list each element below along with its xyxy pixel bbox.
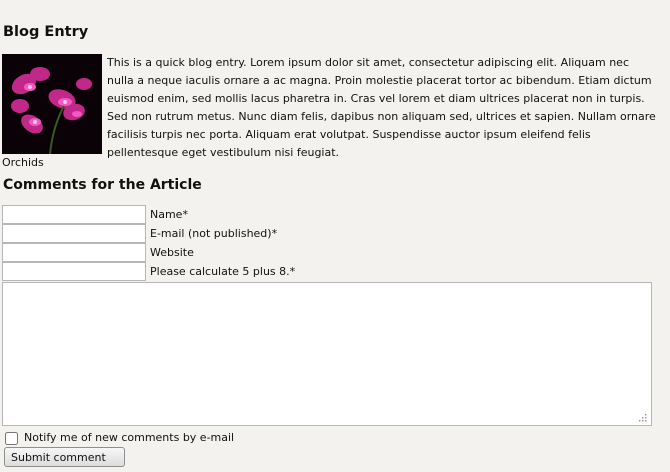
website-row: Website — [2, 243, 194, 262]
blog-title: Blog Entry — [3, 24, 89, 40]
orchid-image — [2, 54, 102, 154]
notify-label[interactable]: Notify me of new comments by e-mail — [24, 430, 234, 446]
blog-page: Blog Entry Orchids This is a quick blog … — [0, 0, 670, 472]
website-label: Website — [150, 246, 194, 259]
comment-textarea[interactable] — [2, 282, 652, 426]
name-row: Name* — [2, 205, 188, 224]
email-row: E-mail (not published)* — [2, 224, 277, 243]
submit-comment-button[interactable]: Submit comment — [4, 447, 125, 467]
notify-checkbox[interactable] — [5, 431, 18, 445]
orchid-photo — [2, 54, 102, 154]
comments-title: Comments for the Article — [3, 177, 202, 193]
captcha-input[interactable] — [2, 262, 146, 281]
email-input[interactable] — [2, 224, 146, 243]
image-caption: Orchids — [2, 156, 44, 169]
name-input[interactable] — [2, 205, 146, 224]
email-label: E-mail (not published)* — [150, 227, 278, 240]
name-label: Name* — [150, 208, 188, 221]
captcha-row: Please calculate 5 plus 8.* — [2, 262, 295, 281]
website-input[interactable] — [2, 243, 146, 262]
notify-row: Notify me of new comments by e-mail — [5, 430, 234, 446]
blog-body: This is a quick blog entry. Lorem ipsum … — [107, 56, 656, 159]
captcha-label: Please calculate 5 plus 8.* — [150, 265, 296, 278]
resize-grip-icon[interactable] — [637, 412, 648, 423]
